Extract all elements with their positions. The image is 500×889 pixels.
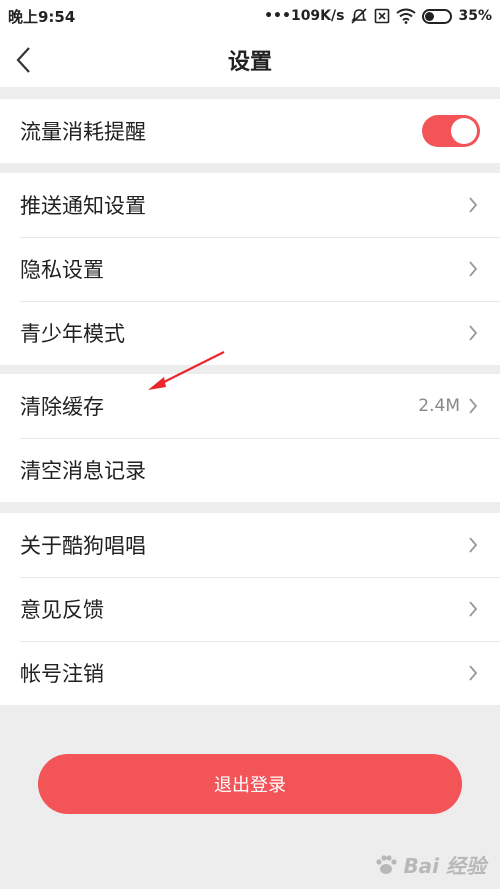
status-icons: •••109K/s 35% [264, 8, 492, 24]
wifi-icon [396, 8, 417, 24]
chevron-right-icon [466, 599, 480, 619]
status-bar: 晚上9:54 •••109K/s 35% [0, 0, 500, 32]
about-label: 关于酷狗唱唱 [20, 534, 146, 558]
chevron-right-icon [466, 396, 480, 416]
page-title: 设置 [227, 50, 272, 75]
watermark-logo: Bai 经验 [373, 850, 486, 879]
teen-mode-label: 青少年模式 [20, 322, 125, 346]
traffic-reminder-row: 流量消耗提醒 [0, 99, 500, 163]
chevron-right-icon [466, 663, 480, 683]
settings-group-traffic: 流量消耗提醒 [0, 99, 500, 163]
annotation-arrow-icon [148, 351, 225, 390]
privacy-settings-label: 隐私设置 [20, 258, 104, 282]
cancel-account-row[interactable]: 帐号注销 [0, 641, 500, 705]
battery-level-fill [425, 11, 434, 21]
settings-group-about: 关于酷狗唱唱 意见反馈 帐号注销 [0, 513, 500, 705]
privacy-settings-row[interactable]: 隐私设置 [0, 237, 500, 301]
clear-messages-label: 清空消息记录 [20, 459, 146, 483]
battery-icon [422, 8, 453, 24]
clear-cache-row[interactable]: 清除缓存 2.4M [0, 374, 500, 438]
sim-off-icon [374, 8, 390, 24]
logout-button[interactable]: 退出登录 [38, 754, 462, 814]
paw-icon [376, 854, 398, 874]
feedback-label: 意见反馈 [20, 598, 104, 622]
chevron-right-icon [466, 195, 480, 215]
toggle-knob [451, 118, 477, 144]
clear-messages-row[interactable]: 清空消息记录 [0, 438, 500, 502]
traffic-reminder-toggle[interactable] [422, 115, 480, 147]
teen-mode-row[interactable]: 青少年模式 [0, 301, 500, 365]
mute-icon [350, 8, 368, 24]
about-row[interactable]: 关于酷狗唱唱 [0, 513, 500, 577]
status-time: 晚上9:54 [8, 7, 76, 26]
chevron-right-icon [466, 323, 480, 343]
chevron-right-icon [466, 535, 480, 555]
network-speed: •••109K/s [264, 8, 345, 24]
cancel-account-label: 帐号注销 [20, 662, 104, 686]
push-settings-label: 推送通知设置 [20, 194, 146, 218]
chevron-right-icon [466, 259, 480, 279]
settings-group-general: 推送通知设置 隐私设置 青少年模式 [0, 173, 500, 365]
cache-size-value: 2.4M [418, 396, 460, 416]
traffic-reminder-label: 流量消耗提醒 [20, 120, 146, 144]
settings-group-storage: 清除缓存 2.4M 清空消息记录 [0, 374, 500, 502]
push-settings-row[interactable]: 推送通知设置 [0, 173, 500, 237]
nav-bar: 设置 [0, 32, 500, 87]
battery-percent: 35% [458, 8, 492, 24]
watermark-text: Bai 经验 [403, 854, 486, 878]
feedback-row[interactable]: 意见反馈 [0, 577, 500, 641]
